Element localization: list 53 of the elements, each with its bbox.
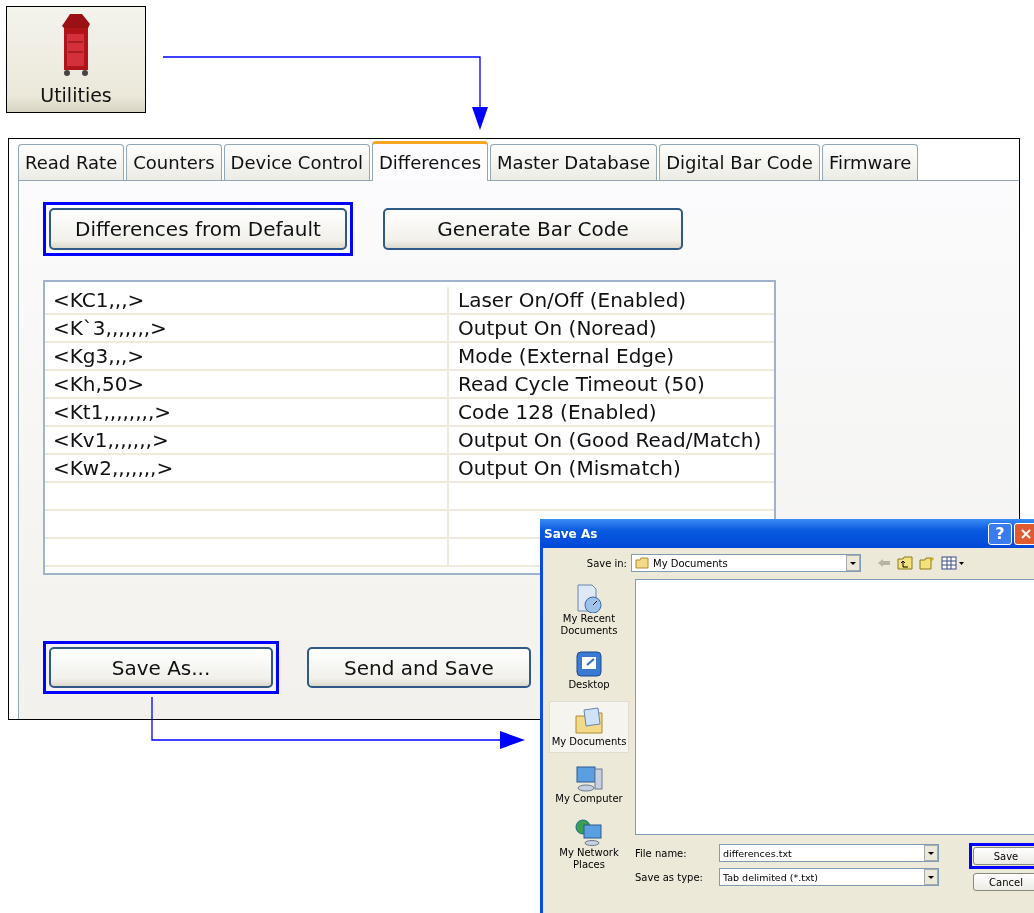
button[interactable]: Cancel [973, 873, 1034, 891]
places-item[interactable]: My Recent Documents [549, 581, 629, 639]
view-menu-icon [941, 556, 965, 570]
save-in-dropdown[interactable]: My Documents [631, 554, 861, 572]
computer-icon [574, 763, 604, 793]
file-type-dropdown[interactable]: Tab delimited (*.txt) [719, 868, 939, 886]
tab[interactable]: Differences [371, 141, 489, 181]
window-title: Save As [544, 526, 599, 541]
table-cell-text: Laser On/Off (Enabled) [457, 287, 687, 313]
table-cell: <KC1,,,> [45, 287, 449, 313]
tab[interactable]: Master Database [490, 144, 658, 180]
tab[interactable]: Read Rate [18, 144, 125, 180]
table-cell: <Kg3,,,> [45, 343, 449, 369]
table-cell-text: Read Cycle Timeout (50) [457, 371, 705, 397]
folder-icon [574, 706, 604, 736]
close-icon [1021, 528, 1031, 539]
places-item[interactable]: Desktop [549, 647, 629, 693]
table-cell: <Kv1,,,,,,,> [45, 427, 449, 453]
help-button[interactable]: ? [988, 522, 1012, 545]
button[interactable]: Send and Save [307, 647, 531, 688]
close-button[interactable] [1014, 522, 1034, 545]
places-item[interactable]: My Computer [549, 761, 629, 807]
places-item[interactable]: My Documents [549, 701, 629, 753]
desktop-icon [574, 649, 604, 679]
table-cell-text: Code 128 (Enabled) [457, 399, 657, 425]
table-cell-text: Output On (Good Read/Match) [457, 427, 762, 453]
field-label: File name: [635, 847, 688, 859]
button[interactable]: Differences from Default [49, 208, 347, 250]
table-cell: <Kh,50> [45, 371, 449, 397]
table-cell: <Kt1,,,,,,,,> [45, 399, 449, 425]
button[interactable]: Save [973, 847, 1034, 865]
folder-up-icon [897, 556, 913, 570]
table-cell-text: Output On (Mismatch) [457, 455, 681, 481]
table-cell-text: Output On (Noread) [457, 315, 657, 341]
tab[interactable]: Digital Bar Code [659, 144, 820, 180]
button[interactable]: Generate Bar Code [383, 208, 683, 250]
utilities-button[interactable]: Utilities [6, 6, 146, 113]
places-item[interactable]: My Network Places [549, 815, 629, 873]
field-label: Save as type: [635, 871, 704, 883]
field-label: Save in: [585, 557, 627, 569]
new-folder-icon [919, 556, 935, 570]
tab[interactable]: Firmware [821, 144, 919, 180]
back-arrow-icon [877, 557, 891, 569]
button[interactable]: Save As... [49, 647, 273, 688]
tab[interactable]: Device Control [223, 144, 370, 180]
document-clock-icon [574, 583, 604, 613]
table-cell: <Kw2,,,,,,,> [45, 455, 449, 481]
file-name-field[interactable]: differences.txt [719, 844, 939, 862]
folder-icon [635, 557, 649, 569]
tab[interactable]: Counters [126, 144, 222, 180]
table-cell-text: Mode (External Edge) [457, 343, 675, 369]
table-cell: <K`3,,,,,,,> [45, 315, 449, 341]
network-icon [574, 817, 604, 847]
